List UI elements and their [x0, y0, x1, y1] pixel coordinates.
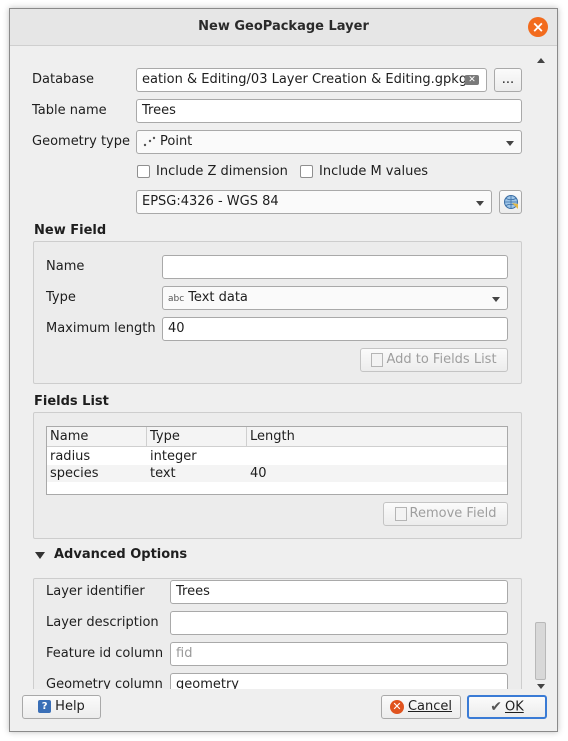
row-length: 40	[250, 466, 267, 481]
feature-id-input[interactable]: fid	[170, 642, 508, 666]
chevron-down-icon	[506, 141, 514, 146]
clear-icon[interactable]: ✕	[465, 75, 479, 85]
field-name-input[interactable]	[162, 255, 508, 279]
remove-field-label: Remove Field	[409, 506, 497, 521]
field-type-label: Type	[46, 290, 76, 305]
fields-list-title: Fields List	[34, 394, 109, 409]
database-path-value: eation & Editing/03 Layer Creation & Edi…	[142, 72, 468, 87]
include-m-label: Include M values	[319, 164, 429, 179]
cancel-label: Cancel	[407, 699, 453, 714]
browse-button[interactable]: ...	[494, 68, 522, 92]
field-name-label: Name	[46, 259, 85, 274]
add-to-fields-list-button[interactable]: Add to Fields List	[360, 348, 508, 372]
layer-identifier-label: Layer identifier	[46, 584, 145, 599]
cancel-icon: ✕	[389, 699, 404, 714]
database-path-input[interactable]: eation & Editing/03 Layer Creation & Edi…	[136, 68, 487, 92]
include-z-label: Include Z dimension	[156, 164, 288, 179]
ok-button[interactable]: ✔ OK	[467, 695, 547, 719]
remove-field-icon	[394, 506, 407, 521]
help-button[interactable]: ? Help	[22, 695, 101, 719]
column-header-type[interactable]: Type	[147, 427, 247, 447]
select-crs-button[interactable]	[499, 190, 522, 214]
dialog-footer: ? Help ✕ Cancel ✔ OK	[10, 689, 557, 731]
field-type-select[interactable]: abc Text data	[162, 286, 508, 310]
geometry-type-select[interactable]: Point	[136, 130, 522, 154]
table-name-input[interactable]: Trees	[136, 99, 522, 123]
text-type-icon: abc	[168, 294, 185, 304]
max-length-label: Maximum length	[46, 321, 156, 336]
scrollbar-thumb[interactable]	[535, 622, 546, 680]
checkmark-icon: ✔	[490, 699, 502, 715]
title-bar: New GeoPackage Layer ×	[10, 9, 557, 46]
layer-identifier-input[interactable]: Trees	[170, 580, 508, 604]
include-m-checkbox[interactable]	[300, 165, 313, 178]
new-field-title: New Field	[34, 223, 107, 238]
chevron-down-icon	[492, 297, 500, 302]
dialog-window: New GeoPackage Layer × Database eation &…	[9, 8, 558, 732]
layer-description-label: Layer description	[46, 615, 159, 630]
layer-description-input[interactable]	[170, 611, 508, 635]
table-row[interactable]: species text 40	[47, 465, 507, 482]
scroll-up-icon[interactable]	[537, 58, 545, 63]
geometry-type-value: Point	[160, 134, 193, 149]
column-header-length[interactable]: Length	[247, 427, 507, 447]
table-row[interactable]: radius integer	[47, 448, 507, 465]
table-name-label: Table name	[32, 103, 107, 118]
row-name: radius	[50, 449, 91, 464]
add-to-fields-list-label: Add to Fields List	[386, 352, 497, 367]
row-type: integer	[150, 449, 197, 464]
feature-id-placeholder: fid	[176, 646, 193, 661]
add-field-icon	[371, 352, 384, 367]
include-z-checkbox[interactable]	[137, 165, 150, 178]
ok-label: OK	[504, 699, 524, 715]
globe-icon	[503, 195, 518, 209]
chevron-down-icon	[476, 201, 484, 206]
row-type: text	[150, 466, 176, 481]
row-name: species	[50, 466, 99, 481]
collapse-triangle-icon[interactable]	[35, 552, 45, 559]
help-label: Help	[55, 699, 85, 714]
crs-select[interactable]: EPSG:4326 - WGS 84	[136, 190, 492, 214]
help-icon: ?	[38, 700, 52, 713]
vertical-scrollbar[interactable]	[535, 54, 547, 694]
window-title: New GeoPackage Layer	[198, 19, 369, 34]
close-icon[interactable]: ×	[528, 17, 548, 37]
feature-id-label: Feature id column	[46, 646, 164, 661]
remove-field-button[interactable]: Remove Field	[383, 502, 508, 526]
cancel-button[interactable]: ✕ Cancel	[381, 695, 461, 719]
field-type-value: Text data	[188, 290, 248, 305]
point-geometry-icon	[143, 136, 156, 146]
fields-table[interactable]: Name Type Length radius integer species …	[46, 426, 508, 495]
column-header-name[interactable]: Name	[47, 427, 147, 447]
database-label: Database	[32, 72, 95, 87]
max-length-input[interactable]: 40	[162, 317, 508, 341]
geometry-type-label: Geometry type	[32, 134, 130, 149]
crs-value: EPSG:4326 - WGS 84	[142, 194, 279, 209]
advanced-options-title[interactable]: Advanced Options	[54, 547, 187, 562]
